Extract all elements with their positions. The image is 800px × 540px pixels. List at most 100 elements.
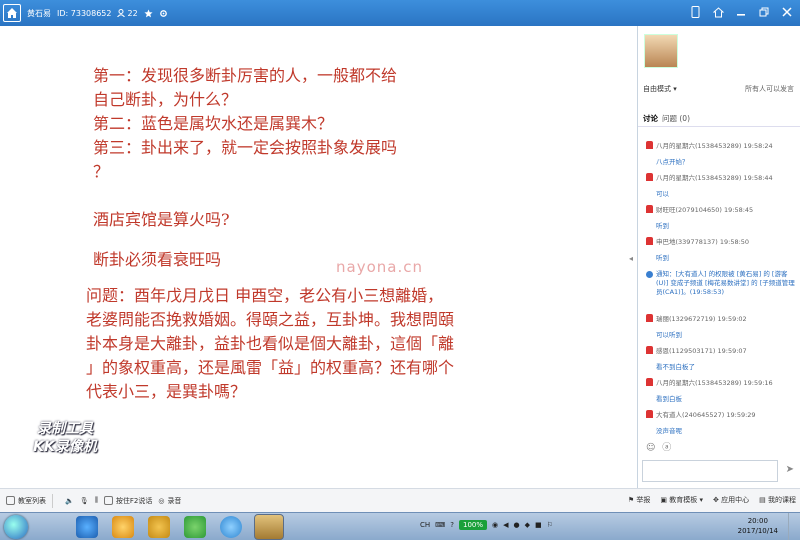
- chat-meta: 大有道人(240645527) 19:59:29: [656, 411, 756, 419]
- help-icon[interactable]: ?: [450, 521, 454, 529]
- question-line: 第一：发现很多断卦厉害的人，一般都不给: [93, 66, 398, 85]
- media-player-icon[interactable]: [112, 516, 134, 538]
- sogou-icon[interactable]: [220, 516, 242, 538]
- font-icon[interactable]: ⓐ: [662, 443, 671, 453]
- battery-badge[interactable]: 100%: [458, 520, 487, 530]
- restore-button[interactable]: [757, 5, 771, 19]
- side-panel: 自由模式 ▾ 所有人可以发言 讨论 问题 (0) 八月的星期六(15384532…: [637, 26, 800, 488]
- app-center-label: 应用中心: [721, 496, 750, 504]
- avatar[interactable]: [644, 34, 678, 68]
- list-icon: [6, 496, 15, 505]
- skin-button[interactable]: [711, 5, 725, 19]
- close-icon: [782, 7, 792, 17]
- chat-meta-row: 感恩(1129503171) 19:59:07: [642, 345, 798, 361]
- my-courses-button[interactable]: ▤ 我的课程: [759, 495, 796, 505]
- keyboard-icon[interactable]: ⌨: [435, 521, 445, 529]
- home-icon: [7, 8, 17, 18]
- speaker-icon: 🔈: [65, 496, 74, 505]
- record-button[interactable]: ◎ 录音: [158, 496, 181, 506]
- speak-permission: 所有人可以发言: [745, 85, 794, 93]
- send-icon[interactable]: ➤: [786, 464, 794, 475]
- language-indicator[interactable]: CH: [420, 521, 430, 529]
- chat-text-row: 听到: [642, 220, 798, 236]
- browser-icon[interactable]: [184, 516, 206, 538]
- tray-app-icon[interactable]: ◆: [525, 521, 530, 529]
- room-settings-button[interactable]: [159, 9, 168, 18]
- microphone-icon: 🎙: [79, 496, 89, 505]
- chat-text-row: 听到: [642, 252, 798, 268]
- info-icon: [646, 271, 653, 278]
- chat-meta: 八月的星期六(1538453289) 19:58:24: [656, 142, 773, 150]
- template-icon: ▣: [660, 496, 668, 504]
- report-button[interactable]: ⚑ 举报: [628, 495, 651, 505]
- classroom-list-label: 教室列表: [18, 496, 46, 505]
- os-taskbar: CH ⌨ ? 100% ◉ ◀ ● ◆ ■ ⚐ 20:00 2017/10/14: [0, 512, 800, 540]
- panel-tabs: 讨论 问题 (0): [638, 113, 800, 127]
- toolbar-right: ⚑ 举报 ▣ 教育模板 ▾ ✥ 应用中心 ▤ 我的课程: [628, 495, 796, 505]
- input-tools: ☺ ⓐ: [646, 440, 671, 453]
- speaker-button[interactable]: 🔈: [65, 497, 74, 505]
- question-list: 第一：发现很多断卦厉害的人，一般都不给 自己断卦，为什么？ 第二：蓝色是属坎水还…: [93, 64, 397, 184]
- tab-discuss[interactable]: 讨论: [643, 113, 658, 126]
- bottom-toolbar: 教室列表 🔈 🎙 ⫼ 按住F2说话 ◎ 录音 ⚑ 举报 ▣ 教育模板 ▾ ✥ 应用…: [0, 488, 800, 512]
- edu-template-button[interactable]: ▣ 教育模板 ▾: [660, 495, 703, 505]
- chat-text: 看不到白板了: [656, 363, 695, 371]
- chat-text: 看到白板: [656, 395, 682, 403]
- watermark: nayona.cn: [336, 258, 423, 276]
- app-window: 黄石易 ID: 73308652 22 第一：发现很多断卦厉害的人，一般都不给 …: [0, 0, 800, 540]
- user-icon: [117, 9, 126, 17]
- home-button[interactable]: [3, 4, 21, 22]
- user-rank-icon: [646, 378, 653, 386]
- phone-button[interactable]: [688, 5, 702, 19]
- ie-icon[interactable]: [76, 516, 98, 538]
- record-badge-line: 录制工具: [37, 421, 93, 437]
- classroom-list-button[interactable]: 教室列表: [6, 496, 46, 506]
- chat-meta-row: 申巴地(339778137) 19:58:50: [642, 236, 798, 252]
- flag-icon[interactable]: ⚐: [547, 521, 553, 529]
- question-line: 第三：卦出来了，就一定会按照卦象发展吗: [93, 138, 398, 157]
- clock-date: 2017/10/14: [737, 527, 778, 535]
- chat-input[interactable]: [642, 460, 778, 482]
- chat-text: 可以: [656, 190, 669, 198]
- keyboard-icon: [103, 496, 113, 505]
- mode-select[interactable]: 自由模式 ▾: [643, 84, 677, 94]
- user-rank-icon: [646, 205, 653, 213]
- folder-icon[interactable]: [148, 516, 170, 538]
- network-icon[interactable]: ◉: [492, 521, 498, 529]
- chat-meta-row: 八月的星期六(1538453289) 19:58:24: [642, 140, 798, 156]
- collapse-panel-icon[interactable]: ◂: [629, 254, 633, 263]
- emoji-icon[interactable]: ☺: [646, 443, 655, 453]
- chat-meta: 感恩(1129503171) 19:59:07: [656, 347, 747, 355]
- yy-classroom-icon[interactable]: [254, 514, 284, 540]
- user-rank-icon: [646, 314, 653, 322]
- chat-text-row: 可以听到: [642, 329, 798, 345]
- chat-meta-row: 大有道人(240645527) 19:59:29: [642, 409, 798, 425]
- show-desktop-button[interactable]: [788, 513, 800, 540]
- push-to-talk-button[interactable]: 按住F2说话: [103, 496, 153, 506]
- push-to-talk-label: 按住F2说话: [115, 496, 153, 505]
- chat-text-row: 没声音呢: [642, 425, 798, 441]
- whiteboard[interactable]: 第一：发现很多断卦厉害的人，一般都不给 自己断卦，为什么？ 第二：蓝色是属坎水还…: [0, 26, 636, 488]
- close-button[interactable]: [780, 5, 794, 19]
- user-rank-icon: [646, 141, 653, 149]
- user-rank-icon: [646, 173, 653, 181]
- paragraph-line: 卦本身是大離卦，益卦也看似是個大離卦，這個「離: [86, 334, 455, 353]
- volume-button[interactable]: ⫼: [95, 496, 98, 505]
- chat-text-row: 看不到白板了: [642, 361, 798, 377]
- minimize-icon: [737, 14, 745, 16]
- tray-app-icon[interactable]: ■: [535, 521, 542, 529]
- tray-app-icon[interactable]: ●: [514, 521, 520, 529]
- report-label: 举报: [636, 496, 651, 504]
- app-center-button[interactable]: ✥ 应用中心: [713, 495, 749, 505]
- favorite-button[interactable]: [144, 8, 153, 18]
- start-button[interactable]: [4, 515, 28, 539]
- minimize-button[interactable]: [734, 5, 748, 19]
- volume-icon[interactable]: ◀: [503, 521, 508, 529]
- clock[interactable]: 20:00 2017/10/14: [738, 516, 778, 536]
- chat-text-row: 可以: [642, 188, 798, 204]
- record-badge-line: KK录像机: [33, 439, 97, 455]
- user-rank-icon: [646, 346, 653, 354]
- tab-questions[interactable]: 问题 (0): [662, 113, 690, 126]
- chat-meta: 财旺旺(2079104650) 19:58:45: [656, 206, 754, 214]
- mic-button[interactable]: 🎙: [80, 497, 89, 505]
